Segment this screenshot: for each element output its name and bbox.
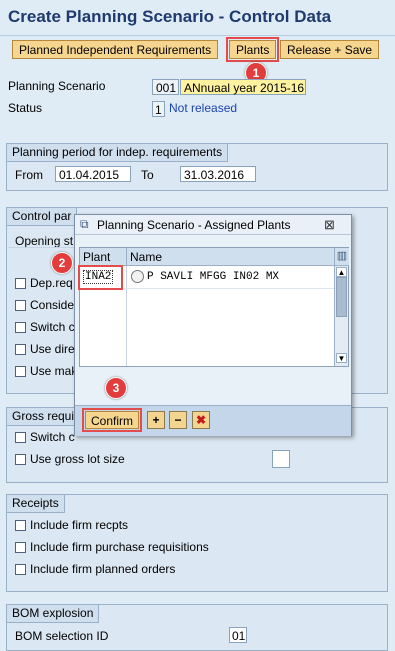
to-label: To	[141, 168, 154, 182]
gross-lot-size-field[interactable]	[272, 450, 290, 468]
gross-lot-size-checkbox[interactable]	[15, 454, 26, 465]
planning-scenario-label: Planning Scenario	[8, 79, 106, 93]
dep-req-checkbox[interactable]	[15, 278, 26, 289]
dialog-title: Planning Scenario - Assigned Plants	[97, 218, 291, 232]
table-scrollbar[interactable]: ▲ ▼	[334, 266, 348, 366]
value-help-icon[interactable]	[131, 270, 144, 283]
column-header-name[interactable]: Name	[127, 248, 335, 266]
dialog-close-icon[interactable]: ⊠	[324, 217, 335, 233]
status-text: Not released	[169, 101, 238, 115]
dialog-window-icon: ⧉	[80, 217, 89, 231]
firm-planned-orders-checkbox[interactable]	[15, 564, 26, 575]
scroll-thumb[interactable]	[336, 277, 347, 317]
from-date-field[interactable]: 01.04.2015	[55, 166, 131, 182]
consider-checkbox[interactable]	[15, 300, 26, 311]
plants-button[interactable]: Plants	[225, 37, 280, 62]
use-make-checkbox[interactable]	[15, 366, 26, 377]
planning-scenario-code-field: 001	[152, 79, 179, 95]
gross-switch-checkbox[interactable]	[15, 432, 26, 443]
title-divider	[0, 35, 395, 36]
scroll-down-icon[interactable]: ▼	[336, 353, 347, 363]
opening-divider	[8, 247, 78, 248]
release-save-button[interactable]: Release + Save	[280, 40, 380, 59]
bom-explosion-group: BOM explosion	[6, 604, 388, 651]
planning-scenario-text-field[interactable]: ANnuaal year 2015-16	[180, 79, 306, 95]
step-marker-2: 2	[51, 252, 73, 274]
firm-purchase-requisitions-label: Include firm purchase requisitions	[30, 540, 209, 554]
from-label: From	[15, 168, 43, 182]
to-date-field[interactable]: 31.03.2016	[180, 166, 256, 182]
firm-recpts-label: Include firm recpts	[30, 518, 129, 532]
gross-lot-size-label: Use gross lot size	[30, 452, 125, 466]
confirm-button[interactable]: Confirm	[81, 408, 143, 432]
delete-row-icon[interactable]: −	[169, 411, 187, 429]
bom-selection-id-field[interactable]: 01	[229, 627, 247, 643]
firm-recpts-checkbox[interactable]	[15, 520, 26, 531]
column-header-plant[interactable]: Plant	[80, 248, 127, 266]
page-title: Create Planning Scenario - Control Data	[8, 7, 332, 26]
bom-explosion-title: BOM explosion	[7, 605, 100, 623]
gross-requirements-title: Gross requi	[7, 408, 81, 426]
status-label: Status	[8, 101, 43, 115]
column-settings-icon[interactable]: ▥	[335, 248, 349, 266]
receipts-title: Receipts	[7, 495, 65, 513]
cancel-icon[interactable]: ✖	[192, 411, 210, 429]
use-direct-label: Use dire	[30, 342, 75, 356]
use-direct-checkbox[interactable]	[15, 344, 26, 355]
opening-stock-label: Opening st	[15, 234, 74, 248]
control-parameters-title: Control par	[7, 208, 78, 226]
add-entry-icon[interactable]: +	[147, 411, 165, 429]
bom-selection-id-label: BOM selection ID	[15, 629, 109, 643]
firm-planned-orders-label: Include firm planned orders	[30, 562, 176, 576]
assigned-plants-dialog: ⧉ Planning Scenario - Assigned Plants ⊠ …	[74, 214, 352, 436]
gross-switch-label: Switch c	[30, 430, 75, 444]
plant-name-cell: P SAVLI MFGG IN02 MX	[147, 271, 280, 283]
use-make-label: Use mak	[30, 364, 78, 378]
switch-label: Switch c	[30, 320, 75, 334]
planning-period-title: Planning period for indep. requirements	[7, 144, 229, 162]
plant-cell-highlight	[78, 265, 123, 290]
scroll-up-icon[interactable]: ▲	[336, 267, 347, 277]
firm-purchase-requisitions-checkbox[interactable]	[15, 542, 26, 553]
dep-req-label: Dep.req	[30, 276, 73, 290]
switch-checkbox[interactable]	[15, 322, 26, 333]
step-marker-3: 3	[105, 377, 127, 399]
status-code-field: 1	[152, 101, 165, 117]
planned-independent-requirements-button[interactable]: Planned Independent Requirements	[12, 40, 219, 59]
consider-label: Conside	[30, 298, 75, 312]
dialog-title-bar: ⧉ Planning Scenario - Assigned Plants ⊠	[75, 215, 351, 235]
